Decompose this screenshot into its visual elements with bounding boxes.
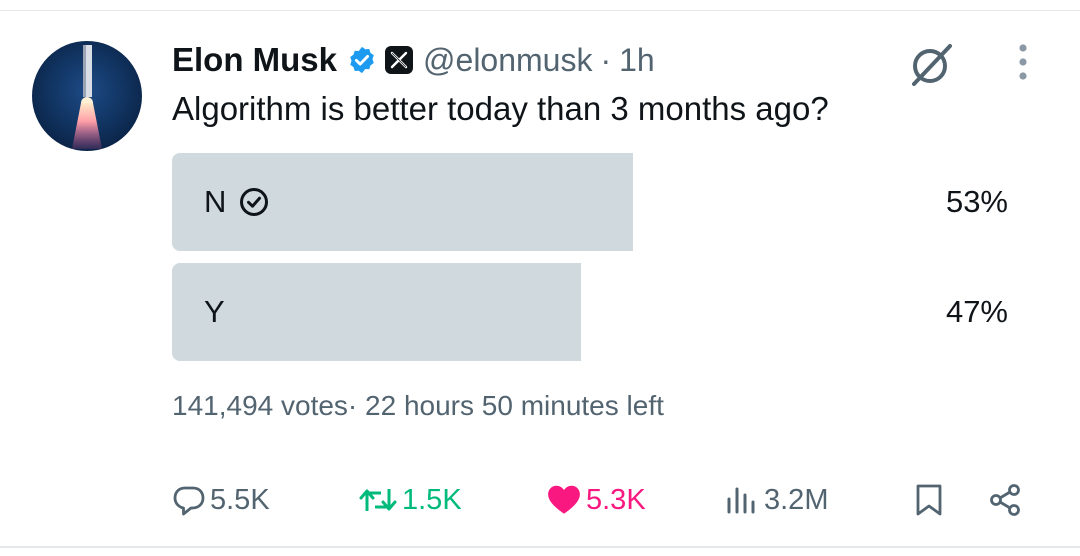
- poll-bar: [172, 263, 581, 361]
- header-separator: ·: [600, 41, 612, 78]
- like-icon: [548, 485, 580, 514]
- poll-meta: 141,494 votes· 22 hours 50 minutes left: [172, 390, 664, 422]
- repost-button[interactable]: 1.5K: [358, 475, 462, 525]
- like-button[interactable]: 5.3K: [546, 475, 646, 525]
- more-icon[interactable]: [1010, 42, 1036, 82]
- poll-votes: 141,494 votes: [172, 390, 348, 421]
- bottom-divider: [0, 546, 1080, 548]
- grok-icon[interactable]: [904, 36, 960, 92]
- reply-count: 5.5K: [210, 483, 270, 516]
- poll-option-label-wrap: Y: [204, 263, 225, 361]
- poll-option-label: N: [204, 184, 227, 219]
- poll-meta-separator: ·: [347, 390, 358, 421]
- x-logo-icon: [385, 46, 414, 74]
- views-count: 3.2M: [764, 483, 829, 516]
- share-icon: [990, 484, 1020, 516]
- poll-option-percent: 47%: [945, 294, 1008, 329]
- top-divider: [0, 10, 1080, 11]
- like-count: 5.3K: [586, 483, 646, 516]
- tweet-header: Elon Musk @elonmusk · 1h: [172, 38, 655, 82]
- avatar[interactable]: [32, 41, 142, 151]
- poll-option-label-wrap: N: [204, 153, 270, 251]
- bookmark-button[interactable]: [912, 475, 946, 525]
- check-circle-icon: [240, 188, 269, 216]
- avatar-image: [72, 45, 102, 149]
- author-name[interactable]: Elon Musk: [172, 41, 337, 79]
- verified-badge-icon[interactable]: [347, 45, 377, 75]
- reply-button[interactable]: 5.5K: [172, 475, 270, 525]
- views-button[interactable]: 3.2M: [726, 475, 828, 525]
- poll-option-n[interactable]: N 53%: [172, 153, 1022, 251]
- repost-count: 1.5K: [402, 483, 462, 516]
- action-bar: 5.5K 1.5K 5.3K 3.2M: [0, 475, 1080, 525]
- views-icon: [727, 487, 755, 514]
- poll-option-y[interactable]: Y 47%: [172, 263, 1022, 361]
- poll-option-label: Y: [204, 294, 225, 329]
- reply-icon: [173, 486, 205, 516]
- repost-icon: [359, 489, 397, 511]
- tweet-text: Algorithm is better today than 3 months …: [172, 90, 829, 127]
- poll-option-percent: 53%: [945, 184, 1008, 219]
- tweet-time[interactable]: 1h: [619, 42, 655, 79]
- poll-time-left: 22 hours 50 minutes left: [365, 390, 664, 421]
- author-handle[interactable]: @elonmusk: [423, 42, 592, 79]
- share-button[interactable]: [988, 475, 1022, 525]
- bookmark-icon: [916, 484, 942, 516]
